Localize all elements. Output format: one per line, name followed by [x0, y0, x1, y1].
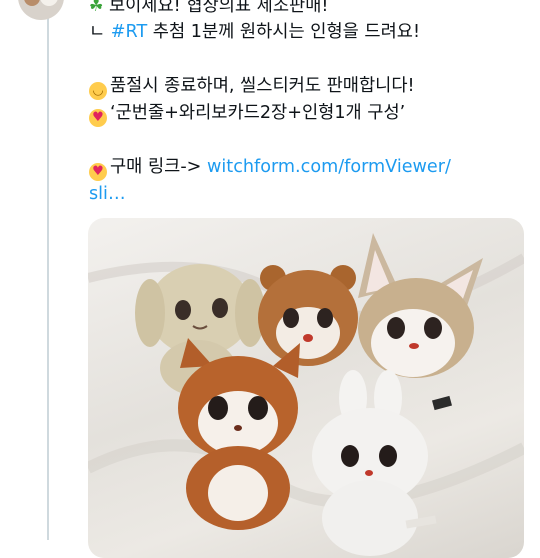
tweet-line-2: ㄴ #RT 추첨 1분께 원하시는 인형을 드려요! — [89, 19, 522, 46]
avatar-figure-left — [24, 0, 40, 6]
smiling-face-with-hearts-icon: ♥ — [89, 109, 107, 127]
tweet-text: ☘ 보이세요! 협상의표 제조판매! ㄴ #RT 추첨 1분께 원하시는 인형을… — [89, 0, 522, 208]
tweet-line-1: ☘ 보이세요! 협상의표 제조판매! — [89, 0, 522, 19]
tweet-line-3-text: 품절시 종료하며, 씰스티커도 판매합니다! — [110, 76, 415, 96]
tweet-line-1-text: 보이세요! 협상의표 제조판매! — [108, 0, 329, 16]
avatar[interactable] — [18, 0, 64, 20]
plush-dolls-photo — [88, 233, 524, 556]
white-rabbit-plush — [312, 370, 437, 556]
tweet-line-2-text: 추첨 1분께 원하시는 인형을 드려요! — [147, 22, 421, 42]
hashtag-link[interactable]: #RT — [111, 22, 147, 42]
tweet-line-5-text: 구매 링크-> — [110, 157, 208, 177]
relieved-face-icon: ◡ — [89, 82, 107, 100]
reply-mark: ㄴ — [89, 22, 111, 42]
four-leaf-clover-icon: ☘ — [89, 0, 104, 15]
tweet-line-6: sli… — [89, 181, 522, 208]
tweet-line-5: ♥ 구매 링크-> witchform.com/formViewer/ — [89, 154, 522, 181]
orange-fox-plush — [178, 338, 300, 530]
tweet-line-4-text: ‘군번줄+와리보카드2장+인형1개 구성’ — [110, 103, 406, 123]
purchase-link[interactable]: witchform.com/formViewer/ — [207, 157, 451, 177]
purchase-link-continued[interactable]: sli… — [89, 184, 126, 204]
tweet-line-3: ◡ 품절시 종료하며, 씰스티커도 판매합니다! — [89, 73, 522, 100]
tweet-photo[interactable] — [88, 218, 524, 558]
brown-bear-plush — [258, 265, 358, 366]
kissing-face-icon: ♥ — [89, 163, 107, 181]
thread-line — [47, 0, 49, 540]
tweet-line-4: ♥ ‘군번줄+와리보카드2장+인형1개 구성’ — [89, 100, 522, 127]
avatar-figure-right — [40, 0, 58, 6]
